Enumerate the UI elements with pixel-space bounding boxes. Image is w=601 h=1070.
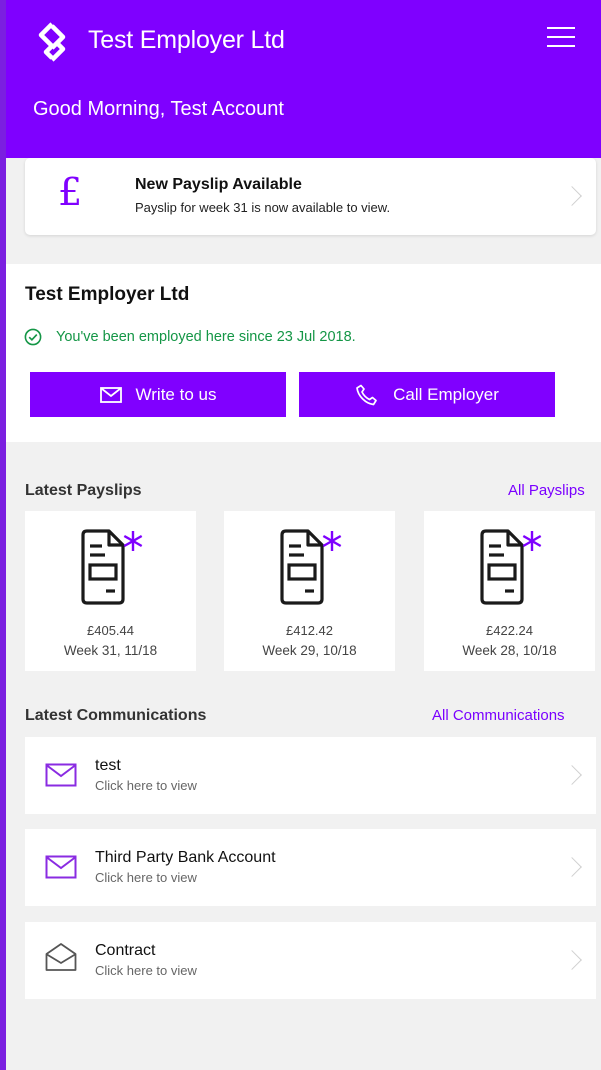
communication-item[interactable]: test Click here to view bbox=[25, 737, 596, 814]
communication-subtitle: Click here to view bbox=[95, 963, 197, 978]
new-payslip-notice[interactable]: £ New Payslip Available Payslip for week… bbox=[25, 158, 596, 235]
employment-status: You've been employed here since 23 Jul 2… bbox=[24, 328, 356, 346]
payslip-amount: £412.42 bbox=[286, 623, 333, 638]
call-employer-label: Call Employer bbox=[393, 384, 499, 404]
envelope-icon bbox=[99, 386, 122, 403]
payslip-document-icon bbox=[280, 529, 342, 605]
chevron-right-icon bbox=[562, 950, 582, 970]
pound-icon: £ bbox=[58, 170, 83, 214]
write-to-us-label: Write to us bbox=[135, 384, 217, 404]
latest-payslips-heading: Latest Payslips bbox=[25, 482, 142, 499]
app-title: Test Employer Ltd bbox=[88, 26, 285, 54]
menu-bar bbox=[547, 45, 575, 47]
communication-item[interactable]: Contract Click here to view bbox=[25, 922, 596, 999]
payslip-week: Week 29, 10/18 bbox=[262, 643, 357, 658]
payslip-week: Week 31, 11/18 bbox=[63, 643, 158, 658]
chevron-right-icon bbox=[562, 186, 582, 206]
app-header: Test Employer Ltd Good Morning, Test Acc… bbox=[6, 0, 601, 158]
payslip-week: Week 28, 10/18 bbox=[462, 643, 557, 658]
brand-logo-icon bbox=[38, 22, 66, 62]
all-communications-link[interactable]: All Communications bbox=[432, 707, 565, 724]
communication-subtitle: Click here to view bbox=[95, 870, 197, 885]
communication-item[interactable]: Third Party Bank Account Click here to v… bbox=[25, 829, 596, 906]
write-to-us-button[interactable]: Write to us bbox=[30, 372, 286, 417]
payslip-document-icon bbox=[480, 529, 542, 605]
menu-bar bbox=[547, 27, 575, 29]
chevron-right-icon bbox=[562, 765, 582, 785]
employer-name: Test Employer Ltd bbox=[25, 284, 190, 305]
menu-bar bbox=[547, 36, 575, 38]
communication-title: Contract bbox=[95, 942, 156, 959]
latest-communications-heading: Latest Communications bbox=[25, 707, 207, 724]
left-edge-bar bbox=[0, 0, 6, 1070]
envelope-closed-icon bbox=[45, 763, 77, 787]
call-employer-button[interactable]: Call Employer bbox=[299, 372, 555, 417]
payslip-card[interactable]: £422.24 Week 28, 10/18 bbox=[424, 511, 595, 671]
notice-title: New Payslip Available bbox=[135, 176, 302, 193]
communication-title: Third Party Bank Account bbox=[95, 849, 276, 866]
greeting-text: Good Morning, Test Account bbox=[33, 98, 284, 120]
employer-card: Test Employer Ltd You've been employed h… bbox=[6, 264, 601, 442]
all-payslips-link[interactable]: All Payslips bbox=[508, 482, 585, 499]
envelope-closed-icon bbox=[45, 855, 77, 879]
payslip-amount: £422.24 bbox=[486, 623, 533, 638]
payslip-document-icon bbox=[81, 529, 143, 605]
employment-since-text: You've been employed here since 23 Jul 2… bbox=[56, 329, 356, 345]
check-circle-icon bbox=[24, 328, 42, 346]
payslip-amount: £405.44 bbox=[87, 623, 134, 638]
envelope-open-icon bbox=[45, 943, 77, 971]
payslip-card[interactable]: £405.44 Week 31, 11/18 bbox=[25, 511, 196, 671]
payslip-card[interactable]: £412.42 Week 29, 10/18 bbox=[224, 511, 395, 671]
notice-subtitle: Payslip for week 31 is now available to … bbox=[135, 200, 391, 215]
communication-subtitle: Click here to view bbox=[95, 778, 197, 793]
hamburger-menu-button[interactable] bbox=[547, 27, 575, 49]
phone-icon bbox=[356, 384, 377, 405]
communication-title: test bbox=[95, 757, 121, 774]
chevron-right-icon bbox=[562, 857, 582, 877]
